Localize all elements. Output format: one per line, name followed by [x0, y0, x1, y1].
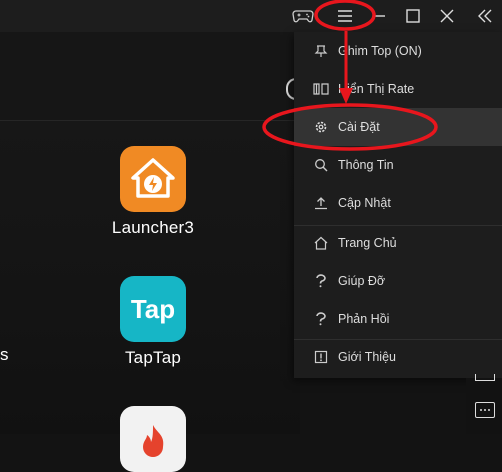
- rate-icon: [312, 82, 330, 96]
- menu-item-settings[interactable]: Cài Đặt: [294, 108, 502, 146]
- menu-item-label: Hiển Thị Rate: [338, 82, 415, 96]
- settings-dropdown-menu: Ghim Top (ON) Hiển Thị Rate Cài Đặt Thôn…: [294, 32, 502, 378]
- app-launcher3[interactable]: Launcher3: [93, 146, 213, 238]
- collapse-sidebar-icon[interactable]: [468, 0, 502, 32]
- partial-app-label: s: [0, 345, 9, 364]
- menu-item-pin-top[interactable]: Ghim Top (ON): [294, 32, 502, 70]
- menu-item-feedback[interactable]: Phản Hồi: [294, 300, 502, 338]
- menu-item-update[interactable]: Cập Nhật: [294, 184, 502, 222]
- menu-item-label: Thông Tin: [338, 158, 394, 172]
- window-titlebar: [0, 0, 502, 32]
- info-icon: [312, 350, 330, 364]
- pin-icon: [312, 44, 330, 58]
- upload-icon: [312, 196, 330, 210]
- search-icon: [312, 158, 330, 172]
- menu-item-label: Cập Nhật: [338, 196, 391, 210]
- app-partial[interactable]: [93, 406, 213, 472]
- menu-item-home[interactable]: Trang Chủ: [294, 224, 502, 262]
- help-icon: [312, 274, 330, 288]
- side-button-icon[interactable]: [475, 374, 495, 381]
- app-taptap[interactable]: Tap TapTap: [93, 276, 213, 368]
- menu-item-label: Phản Hồi: [338, 312, 390, 326]
- taptap-icon: Tap: [120, 276, 186, 342]
- app-label: TapTap: [124, 348, 182, 367]
- menu-item-label: Trang Chủ: [338, 236, 397, 250]
- minimize-icon[interactable]: [362, 0, 396, 32]
- svg-text:Tap: Tap: [131, 294, 175, 324]
- menu-item-label: Ghim Top (ON): [338, 44, 422, 58]
- menu-item-info[interactable]: Thông Tin: [294, 146, 502, 184]
- menu-item-help[interactable]: Giúp Đỡ: [294, 262, 502, 300]
- menu-item-label: Giới Thiệu: [338, 350, 396, 364]
- hamburger-menu-icon[interactable]: [328, 0, 362, 32]
- menu-item-show-rate[interactable]: Hiển Thị Rate: [294, 70, 502, 108]
- launcher3-icon: [120, 146, 186, 212]
- menu-item-about[interactable]: Giới Thiệu: [294, 338, 502, 376]
- gamepad-icon[interactable]: [286, 0, 320, 32]
- home-icon: [312, 236, 330, 250]
- emulator-toolbar: [0, 32, 302, 121]
- settings-icon: [312, 120, 330, 134]
- more-options-icon[interactable]: [475, 402, 495, 418]
- maximize-icon[interactable]: [396, 0, 430, 32]
- feedback-icon: [312, 312, 330, 326]
- menu-item-label: Giúp Đỡ: [338, 274, 386, 288]
- app-label: Launcher3: [111, 218, 195, 237]
- close-icon[interactable]: [430, 0, 464, 32]
- side-toolbar: [466, 374, 502, 434]
- app-icon: [120, 406, 186, 472]
- menu-item-label: Cài Đặt: [338, 120, 380, 134]
